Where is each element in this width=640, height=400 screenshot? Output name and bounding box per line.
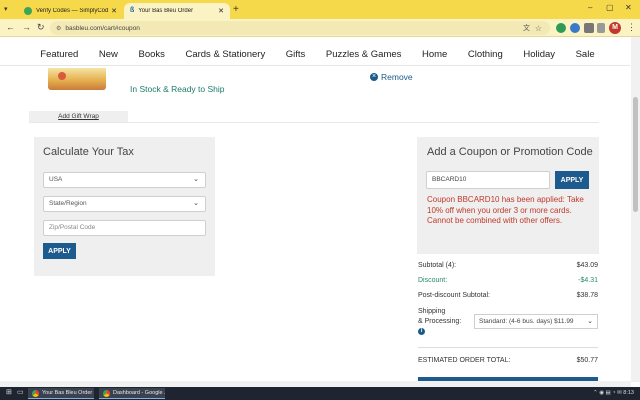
nav-cards-stationery[interactable]: Cards & Stationery — [185, 49, 265, 60]
minimize-icon[interactable]: – — [588, 3, 592, 12]
remove-label: Remove — [381, 72, 413, 82]
discount-row: Discount: -$4.31 — [418, 277, 598, 284]
tab-title: Verify Codes — SimplyCodes — [36, 8, 109, 14]
simplycodes-favicon-icon — [24, 7, 32, 15]
nav-puzzles-games[interactable]: Puzzles & Games — [326, 49, 402, 60]
add-gift-wrap-link[interactable]: Add Gift Wrap — [29, 111, 128, 122]
extension-simplycodes-icon[interactable] — [556, 23, 566, 33]
country-value: USA — [49, 176, 63, 183]
coupon-panel-title: Add a Coupon or Promotion Code — [427, 146, 593, 158]
new-tab-icon[interactable]: + — [233, 4, 239, 15]
nav-featured[interactable]: Featured — [40, 49, 78, 60]
nav-gifts[interactable]: Gifts — [286, 49, 306, 60]
total-row: ESTIMATED ORDER TOTAL: $50.77 — [418, 357, 598, 364]
chevron-down-icon: ⌄ — [587, 315, 593, 328]
nav-new[interactable]: New — [99, 49, 118, 60]
basbleu-favicon-icon: ß — [130, 7, 135, 14]
nav-holiday[interactable]: Holiday — [523, 49, 555, 60]
nav-sale[interactable]: Sale — [576, 49, 595, 60]
close-tab-icon[interactable]: ✕ — [111, 7, 117, 15]
divider — [29, 122, 599, 123]
coupon-applied-message: Coupon BBCARD10 has been applied: Take 1… — [427, 195, 584, 225]
total-value: $50.77 — [576, 357, 598, 364]
subtotal-value: $43.09 — [576, 262, 598, 269]
coupon-panel: Add a Coupon or Promotion Code BBCARD10 … — [417, 137, 599, 254]
country-select[interactable]: USA ⌄ — [43, 172, 206, 188]
os-taskbar: ⊞ ▭ Your Bas Bleu Order ... Dashboard - … — [0, 387, 640, 400]
address-toolbar: ← → ↻ ⚙ basbleu.com/cart#coupon 文 ☆ M ⋮ — [0, 19, 640, 37]
shipping-info-icon[interactable]: i — [418, 328, 425, 335]
browser-tab-bar: ▾ Verify Codes — SimplyCodes ✕ ß Your Ba… — [0, 0, 640, 19]
site-navigation: Featured New Books Cards & Stationery Gi… — [0, 44, 630, 66]
side-panel-icon[interactable] — [597, 23, 605, 33]
zip-placeholder: Zip/Postal Code — [49, 224, 96, 231]
maximize-icon[interactable]: ▢ — [606, 3, 614, 12]
post-discount-value: $38.78 — [576, 292, 598, 299]
extensions-puzzle-icon[interactable] — [584, 23, 594, 33]
url-bar[interactable]: ⚙ basbleu.com/cart#coupon 文 ☆ — [50, 21, 550, 35]
coupon-code-value: BBCARD10 — [432, 176, 467, 183]
nav-home[interactable]: Home — [422, 49, 447, 60]
shipping-method-select[interactable]: Standard: (4-6 bus. days) $11.99 ⌄ — [474, 314, 598, 329]
forward-arrow-icon[interactable]: → — [22, 22, 31, 32]
total-label: ESTIMATED ORDER TOTAL: — [418, 357, 511, 364]
nav-books[interactable]: Books — [138, 49, 164, 60]
product-thumbnail[interactable] — [48, 68, 106, 90]
post-discount-row: Post-discount Subtotal: $38.78 — [418, 292, 598, 299]
start-menu-icon[interactable]: ⊞ — [6, 388, 12, 396]
state-placeholder: State/Region — [49, 200, 87, 207]
state-select[interactable]: State/Region ⌄ — [43, 196, 206, 212]
clock[interactable]: 8:13 — [623, 390, 634, 396]
close-window-icon[interactable]: ✕ — [625, 3, 632, 12]
extension-icon[interactable] — [570, 23, 580, 33]
remove-circle-icon: × — [370, 73, 378, 81]
tax-apply-button[interactable]: APPLY — [43, 243, 76, 259]
post-discount-label: Post-discount Subtotal: — [418, 292, 490, 299]
task-view-icon[interactable]: ▭ — [17, 388, 24, 396]
site-info-icon[interactable]: ⚙ — [56, 25, 61, 32]
subtotal-row: Subtotal (4): $43.09 — [418, 262, 598, 269]
remove-item-button[interactable]: × Remove — [370, 72, 413, 82]
subtotal-label: Subtotal (4): — [418, 262, 457, 269]
bookmark-star-icon[interactable]: ☆ — [535, 24, 542, 33]
back-arrow-icon[interactable]: ← — [6, 22, 15, 32]
taskbar-item-basbleu[interactable]: Your Bas Bleu Order ... — [28, 388, 94, 399]
taskbar-item-dashboard[interactable]: Dashboard - Google ... — [99, 388, 165, 399]
tab-title: Your Bas Bleu Order — [138, 8, 194, 14]
browser-tab-basbleu[interactable]: ß Your Bas Bleu Order ✕ — [124, 3, 230, 19]
system-tray: ⌃ ◉ ▤ ◔ ✉ 8:13 — [593, 388, 634, 399]
chevron-down-icon: ⌄ — [193, 176, 199, 183]
tray-icons[interactable]: ⌃ ◉ ▤ ◔ ✉ — [593, 390, 623, 396]
nav-clothing[interactable]: Clothing — [468, 49, 503, 60]
stock-status: In Stock & Ready to Ship — [130, 84, 225, 94]
divider — [418, 347, 598, 348]
chevron-down-icon: ⌄ — [193, 200, 199, 207]
translate-icon[interactable]: 文 — [523, 23, 530, 33]
shipping-option: Standard: (4-6 bus. days) $11.99 — [479, 318, 574, 325]
tax-calculator-panel: Calculate Your Tax USA ⌄ State/Region ⌄ … — [34, 137, 215, 276]
url-text: basbleu.com/cart#coupon — [65, 24, 140, 32]
scrollbar-thumb[interactable] — [633, 97, 638, 212]
browser-menu-icon[interactable]: ⋮ — [627, 22, 636, 33]
reload-icon[interactable]: ↻ — [37, 22, 45, 33]
tax-panel-title: Calculate Your Tax — [43, 146, 134, 158]
browser-tab-simplycodes[interactable]: Verify Codes — SimplyCodes ✕ — [18, 3, 123, 19]
discount-label: Discount: — [418, 277, 448, 284]
profile-avatar[interactable]: M — [609, 22, 621, 34]
tab-search-icon[interactable]: ▾ — [4, 5, 8, 13]
discount-value: -$4.31 — [578, 277, 598, 284]
vertical-scrollbar[interactable] — [631, 37, 640, 382]
coupon-code-input[interactable]: BBCARD10 — [426, 171, 550, 189]
zip-input[interactable]: Zip/Postal Code — [43, 220, 206, 236]
close-tab-icon[interactable]: ✕ — [218, 7, 224, 15]
coupon-apply-button[interactable]: APPLY — [555, 171, 589, 189]
